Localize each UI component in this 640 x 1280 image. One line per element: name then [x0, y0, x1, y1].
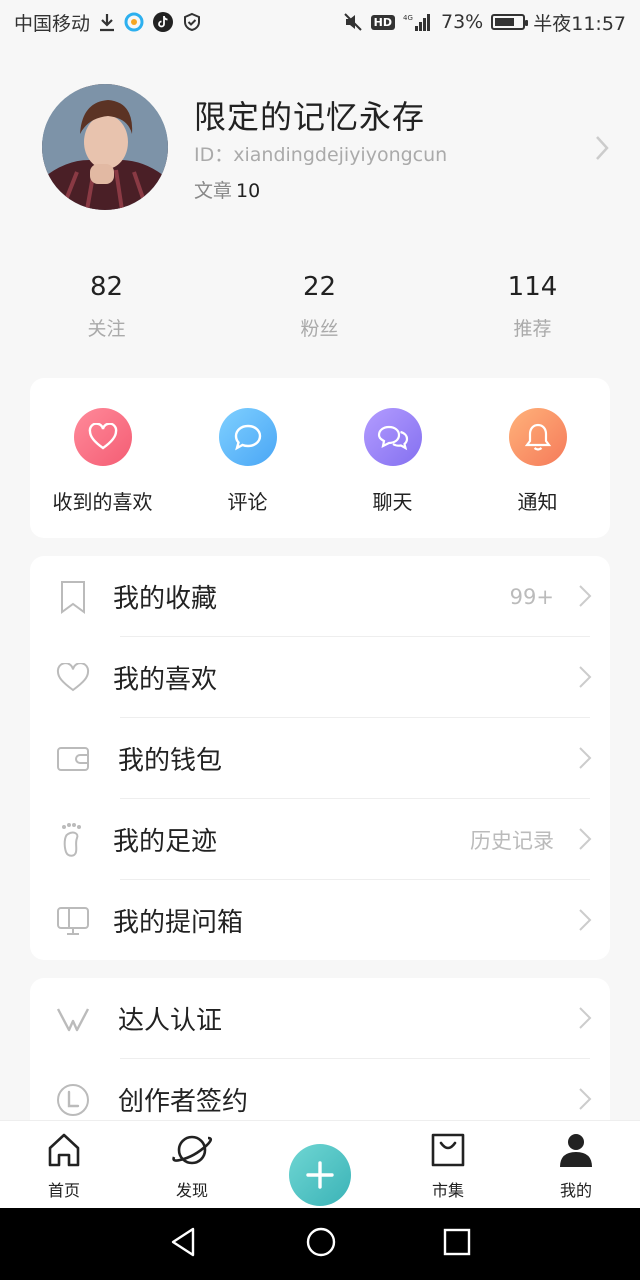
- stat-value: 22: [302, 272, 337, 302]
- chevron-right-icon: [578, 584, 592, 612]
- quick-action-chat[interactable]: 聊天: [320, 378, 465, 538]
- menu-card: 我的收藏 99+ 我的喜欢 我的钱包 我的足迹 历史记录 我的提问箱: [30, 556, 610, 960]
- chevron-right-icon: [578, 1087, 592, 1115]
- recents-icon[interactable]: [443, 1228, 471, 1260]
- menu-item-label: 我的喜欢: [113, 665, 218, 695]
- menu-item-label: 我的提问箱: [113, 908, 244, 938]
- tiktok-icon: [152, 11, 174, 33]
- profile-header[interactable]: 限定的记忆永存 ID：xiandingdejiyiyongcun 文章 10: [42, 84, 610, 214]
- contract-icon: [56, 1083, 90, 1117]
- mute-icon: [343, 12, 363, 32]
- question-box-icon: [56, 904, 90, 938]
- articles-label: 文章: [194, 180, 233, 202]
- articles-count: 10: [236, 180, 261, 202]
- battery-percent: 73%: [441, 11, 484, 33]
- quick-action-label: 聊天: [372, 490, 413, 514]
- nav-label: 市集: [431, 1181, 464, 1200]
- nav-mine[interactable]: 我的: [512, 1121, 640, 1208]
- bell-icon: [508, 408, 567, 466]
- stat-followers[interactable]: 22 粉丝: [213, 272, 426, 341]
- quick-action-comments[interactable]: 评论: [175, 378, 320, 538]
- menu-item-label: 我的钱包: [118, 746, 223, 776]
- menu-item-wallet[interactable]: 我的钱包: [30, 718, 610, 799]
- menu-item-favorites[interactable]: 我的收藏 99+: [30, 556, 610, 637]
- shield-check-icon: [182, 12, 202, 32]
- menu-item-value: 99+: [509, 584, 554, 609]
- chevron-right-icon: [578, 1006, 592, 1034]
- nav-label: 发现: [175, 1181, 208, 1200]
- planet-icon: [170, 1131, 214, 1173]
- menu-item-label: 我的足迹: [113, 827, 218, 857]
- status-bar: 中国移动 HD 4G 73% 半夜11:57: [0, 0, 640, 44]
- home-icon: [45, 1131, 83, 1173]
- menu-item-question-box[interactable]: 我的提问箱: [30, 880, 610, 961]
- profile-name: 限定的记忆永存: [194, 98, 426, 136]
- chat-icon: [363, 408, 422, 466]
- home-circle-icon[interactable]: [305, 1226, 337, 1262]
- clock: 半夜11:57: [533, 12, 626, 35]
- quick-action-label: 收到的喜欢: [52, 490, 153, 514]
- menu-item-label: 达人认证: [118, 1006, 223, 1036]
- comment-icon: [218, 408, 277, 466]
- stat-recommend[interactable]: 114 推荐: [426, 272, 639, 341]
- menu-item-footprints[interactable]: 我的足迹 历史记录: [30, 799, 610, 880]
- person-icon: [557, 1131, 595, 1173]
- menu-item-label: 创作者签约: [118, 1087, 249, 1117]
- menu-item-label: 我的收藏: [113, 584, 218, 614]
- footprint-icon: [56, 822, 90, 857]
- menu-item-likes[interactable]: 我的喜欢: [30, 637, 610, 718]
- quick-action-notifications[interactable]: 通知: [465, 378, 610, 538]
- shopping-bag-icon: [429, 1131, 467, 1173]
- svg-text:4G: 4G: [403, 14, 413, 22]
- back-icon[interactable]: [169, 1226, 199, 1262]
- stat-value: 114: [507, 272, 558, 302]
- bookmark-icon: [56, 580, 90, 614]
- nav-label: 首页: [47, 1181, 80, 1200]
- quick-action-label: 评论: [227, 490, 268, 514]
- quick-action-likes-received[interactable]: 收到的喜欢: [30, 378, 175, 538]
- stats-row: 82 关注 22 粉丝 114 推荐: [0, 272, 640, 341]
- nav-discover[interactable]: 发现: [128, 1121, 256, 1208]
- heart-outline-icon: [56, 661, 90, 695]
- nav-label: 我的: [559, 1181, 592, 1200]
- carrier-label: 中国移动: [14, 12, 91, 35]
- chevron-right-icon: [578, 746, 592, 774]
- profile-article-count: 文章 10: [194, 176, 260, 203]
- system-nav-bar: [0, 1208, 640, 1280]
- add-icon[interactable]: [289, 1144, 351, 1206]
- quick-actions-card: 收到的喜欢 评论 聊天 通知: [30, 378, 610, 538]
- quick-action-label: 通知: [517, 490, 558, 514]
- menu-item-value: 历史记录: [470, 828, 554, 853]
- chevron-right-icon: [578, 827, 592, 855]
- browser-icon: [124, 12, 144, 32]
- chevron-right-icon: [594, 134, 610, 166]
- profile-id: ID：xiandingdejiyiyongcun: [194, 144, 448, 166]
- signal-icon: 4G: [403, 12, 433, 32]
- stat-label: 关注: [87, 318, 126, 340]
- avatar[interactable]: [42, 84, 168, 210]
- stat-label: 粉丝: [300, 318, 339, 340]
- nav-add[interactable]: [256, 1121, 384, 1208]
- nav-market[interactable]: 市集: [384, 1121, 512, 1208]
- chevron-right-icon: [578, 665, 592, 693]
- heart-icon: [73, 408, 132, 466]
- battery-icon: [491, 14, 529, 30]
- verified-v-icon: [56, 1002, 90, 1036]
- bottom-nav: 首页 发现 市集 我的: [0, 1120, 640, 1208]
- nav-home[interactable]: 首页: [0, 1121, 128, 1208]
- stat-value: 82: [89, 272, 124, 302]
- menu-card-creator: 达人认证 创作者签约: [30, 978, 610, 1138]
- download-icon: [98, 12, 116, 32]
- wallet-icon: [56, 742, 90, 776]
- stat-following[interactable]: 82 关注: [0, 272, 213, 341]
- menu-item-verification[interactable]: 达人认证: [30, 978, 610, 1059]
- chevron-right-icon: [578, 908, 592, 936]
- hd-badge: HD: [370, 14, 395, 30]
- stat-label: 推荐: [513, 318, 552, 340]
